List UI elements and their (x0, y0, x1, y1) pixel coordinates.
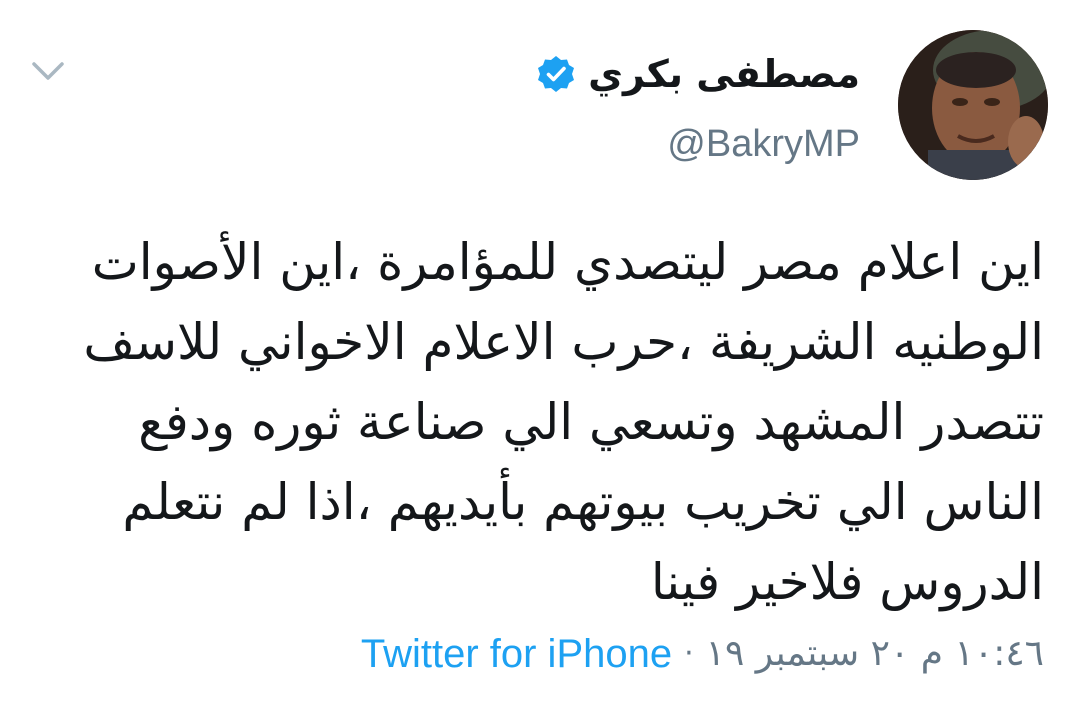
tweet-meta: ١٠:٤٦ م ٢٠ سبتمبر ١٩ · Twitter for iPhon… (361, 624, 1044, 684)
chevron-down-icon[interactable] (28, 56, 68, 88)
author-handle[interactable]: @BakryMP (667, 118, 860, 170)
avatar[interactable] (898, 30, 1048, 180)
verified-badge-icon (538, 56, 575, 92)
tweet-card: مصطفى بكري @BakryMP اين اعلام مصر ليتصدي… (0, 0, 1080, 707)
tweet-text: اين اعلام مصر ليتصدي للمؤامرة ،اين الأصو… (83, 233, 1044, 611)
tweet-timestamp[interactable]: ١٠:٤٦ م ٢٠ سبتمبر ١٩ (706, 624, 1044, 684)
avatar-image (898, 30, 1048, 180)
tweet-source-link[interactable]: Twitter for iPhone (361, 624, 672, 684)
author-name-row[interactable]: مصطفى بكري (536, 46, 860, 102)
author-display-name[interactable]: مصطفى بكري (588, 46, 860, 102)
meta-separator: · (684, 636, 694, 671)
